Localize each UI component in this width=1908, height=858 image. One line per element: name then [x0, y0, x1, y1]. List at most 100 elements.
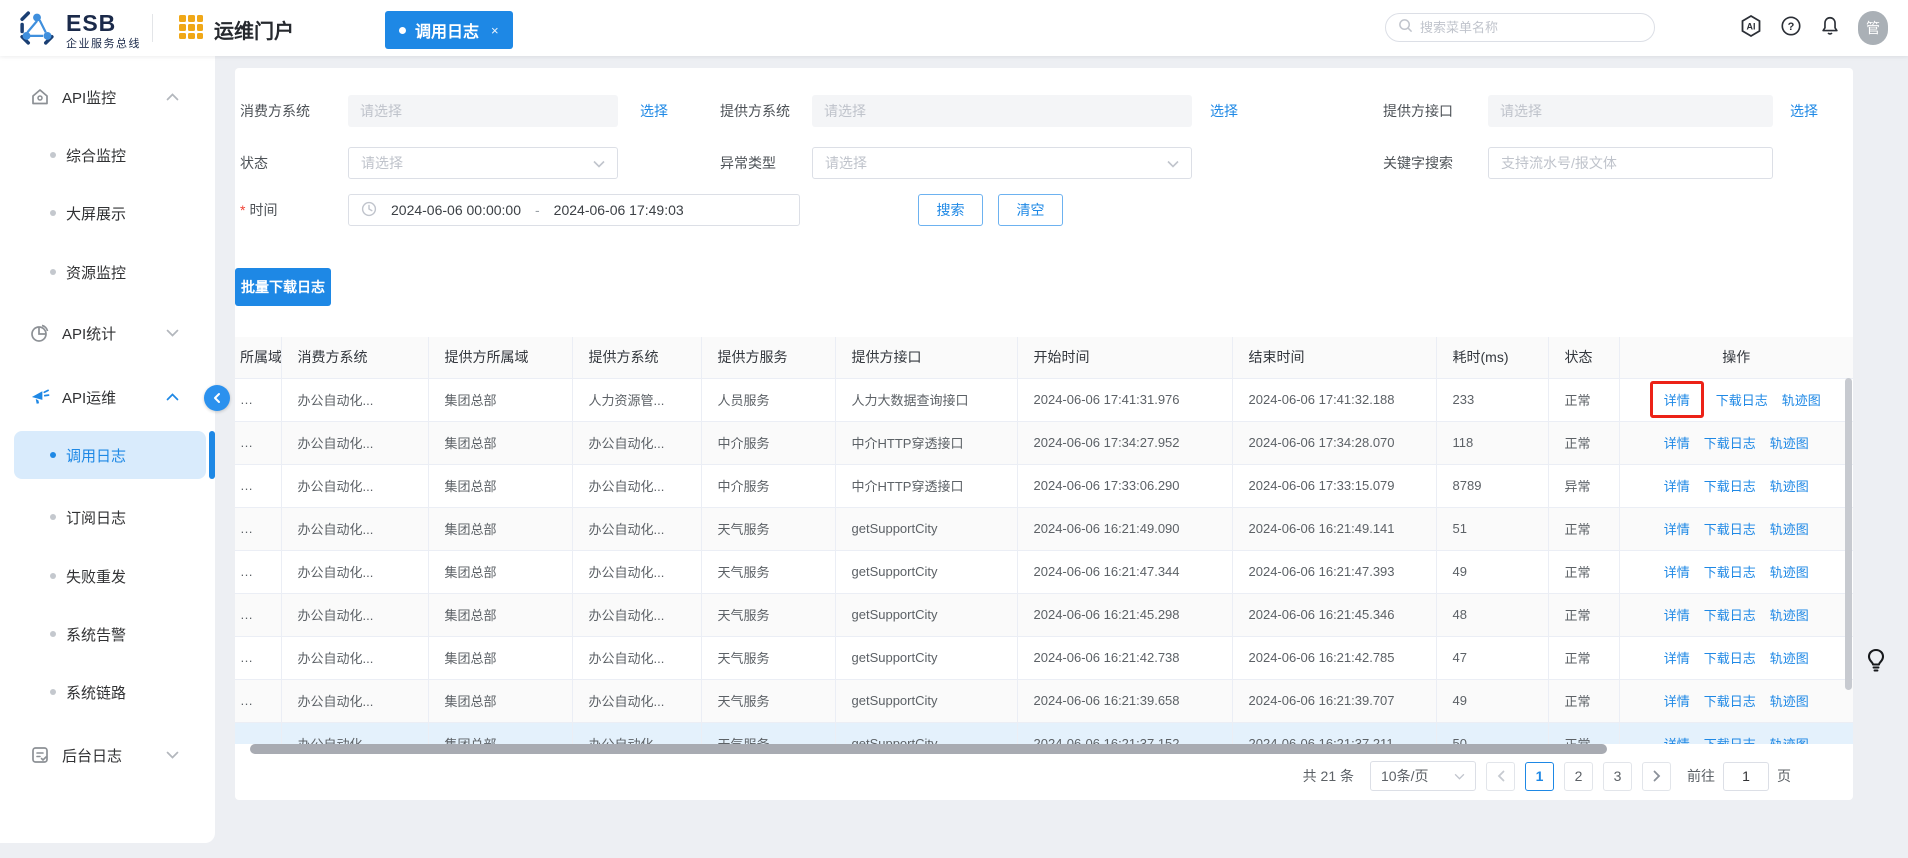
sidebar-item-overview[interactable]: 综合监控 — [0, 131, 215, 179]
log-table-wrap: 所属域 消费方系统 提供方所属域 提供方系统 提供方服务 提供方接口 开始时间 结束时间 耗时(… — [235, 337, 1853, 744]
action-download-log-link[interactable]: 下载日志 — [1716, 390, 1768, 409]
highlight-red-box: 详情 — [1649, 381, 1704, 418]
sidebar-item-label: 系统链路 — [66, 684, 127, 702]
table-cell: 2024-06-06 16:21:45.346 — [1232, 593, 1437, 637]
action-download-log-link[interactable]: 下载日志 — [1704, 476, 1756, 495]
bullet-dot — [50, 452, 56, 458]
goto-page-input[interactable] — [1723, 761, 1769, 791]
table-cell: 办公自动化... — [281, 507, 429, 551]
sidebar-item-big-screen[interactable]: 大屏展示 — [0, 189, 215, 237]
action-detail-link[interactable]: 详情 — [1664, 390, 1690, 409]
clear-button[interactable]: 清空 — [998, 194, 1063, 226]
action-download-log-link[interactable]: 下载日志 — [1704, 519, 1756, 538]
table-cell: 2024-06-06 16:21:47.393 — [1232, 550, 1437, 594]
sidebar-item-api-stats[interactable]: API统计 — [0, 309, 215, 357]
table-cell: 正常 — [1548, 636, 1620, 680]
action-detail-link[interactable]: 详情 — [1664, 433, 1690, 452]
action-trace-map-link[interactable]: 轨迹图 — [1770, 476, 1809, 495]
sidebar-item-retry[interactable]: 失败重发 — [0, 552, 215, 600]
sidebar-item-api-ops[interactable]: API运维 — [0, 373, 215, 421]
action-trace-map-link[interactable]: 轨迹图 — [1770, 648, 1809, 667]
action-trace-map-link[interactable]: 轨迹图 — [1782, 390, 1821, 409]
table-cell: 正常 — [1548, 550, 1620, 594]
table-horizontal-scrollbar[interactable] — [250, 744, 1607, 754]
consumer-system-select-link[interactable]: 选择 — [640, 95, 668, 127]
table-cell: 异常 — [1548, 464, 1620, 508]
menu-search-input[interactable] — [1420, 20, 1642, 35]
sidebar-item-api-monitor[interactable]: API监控 — [0, 73, 215, 121]
top-bar: ESB 企业服务总线 运维门户 调用日志 × 搜索菜单名称 AI ? 管 — [0, 0, 1908, 56]
sidebar-item-label: API监控 — [62, 89, 117, 107]
action-download-log-link[interactable]: 下载日志 — [1704, 605, 1756, 624]
table-cell: 办公自动化 — [572, 722, 702, 744]
provider-system-input[interactable]: 请选择 — [812, 95, 1192, 127]
sidebar-item-backend-log[interactable]: 后台日志 — [0, 731, 215, 779]
action-detail-link[interactable]: 详情 — [1664, 648, 1690, 667]
search-button[interactable]: 搜索 — [918, 194, 983, 226]
sidebar-item-call-log[interactable]: 调用日志 — [14, 431, 206, 479]
next-page-button[interactable] — [1642, 761, 1671, 791]
table-cell: 办公自动化... — [572, 464, 702, 508]
table-cell: 集团总部 — [428, 636, 573, 680]
tab-call-log[interactable]: 调用日志 × — [385, 11, 513, 49]
sidebar-item-resource[interactable]: 资源监控 — [0, 248, 215, 296]
consumer-system-input[interactable]: 请选择 — [348, 95, 618, 127]
page-number-1[interactable]: 1 — [1525, 761, 1554, 791]
action-trace-map-link[interactable]: 轨迹图 — [1770, 734, 1809, 744]
tab-label: 调用日志 — [415, 24, 480, 41]
bell-icon[interactable] — [1819, 15, 1841, 42]
sidebar-item-label: 大屏展示 — [66, 205, 127, 223]
ai-assistant-icon[interactable]: AI — [1739, 14, 1763, 43]
action-detail-link[interactable]: 详情 — [1664, 476, 1690, 495]
tab-close-icon[interactable]: × — [491, 23, 499, 38]
column-header: 状态 — [1548, 337, 1620, 379]
sidebar-item-trace[interactable]: 系统链路 — [0, 668, 215, 716]
action-detail-link[interactable]: 详情 — [1664, 519, 1690, 538]
action-trace-map-link[interactable]: 轨迹图 — [1770, 605, 1809, 624]
provider-system-select-link[interactable]: 选择 — [1210, 95, 1238, 127]
table-cell: … — [235, 464, 282, 508]
action-trace-map-link[interactable]: 轨迹图 — [1770, 433, 1809, 452]
action-download-log-link[interactable]: 下载日志 — [1704, 648, 1756, 667]
action-trace-map-link[interactable]: 轨迹图 — [1770, 519, 1809, 538]
table-cell: 2024-06-06 16:21:45.298 — [1017, 593, 1233, 637]
action-detail-link[interactable]: 详情 — [1664, 734, 1690, 744]
action-download-log-link[interactable]: 下载日志 — [1704, 433, 1756, 452]
sidebar-collapse-button[interactable] — [204, 385, 230, 411]
page-number-2[interactable]: 2 — [1564, 761, 1593, 791]
page-number-3[interactable]: 3 — [1603, 761, 1632, 791]
sidebar-item-alarm[interactable]: 系统告警 — [0, 610, 215, 658]
table-cell: 集团总部 — [428, 378, 573, 422]
time-separator: - — [535, 202, 540, 218]
svg-text:AI: AI — [1747, 21, 1756, 31]
grid-icon — [178, 14, 204, 45]
menu-search[interactable] — [1385, 13, 1655, 42]
action-trace-map-link[interactable]: 轨迹图 — [1770, 562, 1809, 581]
goto-label: 前往 — [1687, 768, 1715, 784]
status-select[interactable]: 请选择 — [348, 147, 618, 179]
table-cell: 办公自动化... — [281, 464, 429, 508]
avatar[interactable]: 管 — [1858, 11, 1888, 45]
action-trace-map-link[interactable]: 轨迹图 — [1770, 691, 1809, 710]
action-download-log-link[interactable]: 下载日志 — [1704, 562, 1756, 581]
prev-page-button[interactable] — [1486, 761, 1515, 791]
action-detail-link[interactable]: 详情 — [1664, 691, 1690, 710]
page-size-select[interactable]: 10条/页 — [1370, 761, 1476, 791]
batch-download-button[interactable]: 批量下载日志 — [235, 268, 331, 306]
provider-api-select-link[interactable]: 选择 — [1790, 95, 1818, 127]
lightbulb-icon[interactable] — [1864, 648, 1888, 679]
keyword-input[interactable] — [1501, 155, 1760, 171]
action-download-log-link[interactable]: 下载日志 — [1704, 691, 1756, 710]
action-detail-link[interactable]: 详情 — [1664, 605, 1690, 624]
filter-label-exception-type: 异常类型 — [720, 155, 776, 171]
exception-type-select[interactable]: 请选择 — [812, 147, 1192, 179]
table-vertical-scrollbar[interactable] — [1845, 378, 1852, 690]
table-row: … 办公自动化... 集团总部 办公自动化... 天气服务 getSupportCity 2… — [235, 679, 1853, 723]
help-icon[interactable]: ? — [1780, 15, 1802, 42]
sidebar-item-subscribe-log[interactable]: 订阅日志 — [0, 493, 215, 541]
action-detail-link[interactable]: 详情 — [1664, 562, 1690, 581]
goto-page-unit: 页 — [1777, 768, 1791, 784]
provider-api-input[interactable]: 请选择 — [1488, 95, 1773, 127]
action-download-log-link[interactable]: 下载日志 — [1704, 734, 1756, 744]
time-range-picker[interactable]: 2024-06-06 00:00:00 - 2024-06-06 17:49:0… — [348, 194, 800, 226]
